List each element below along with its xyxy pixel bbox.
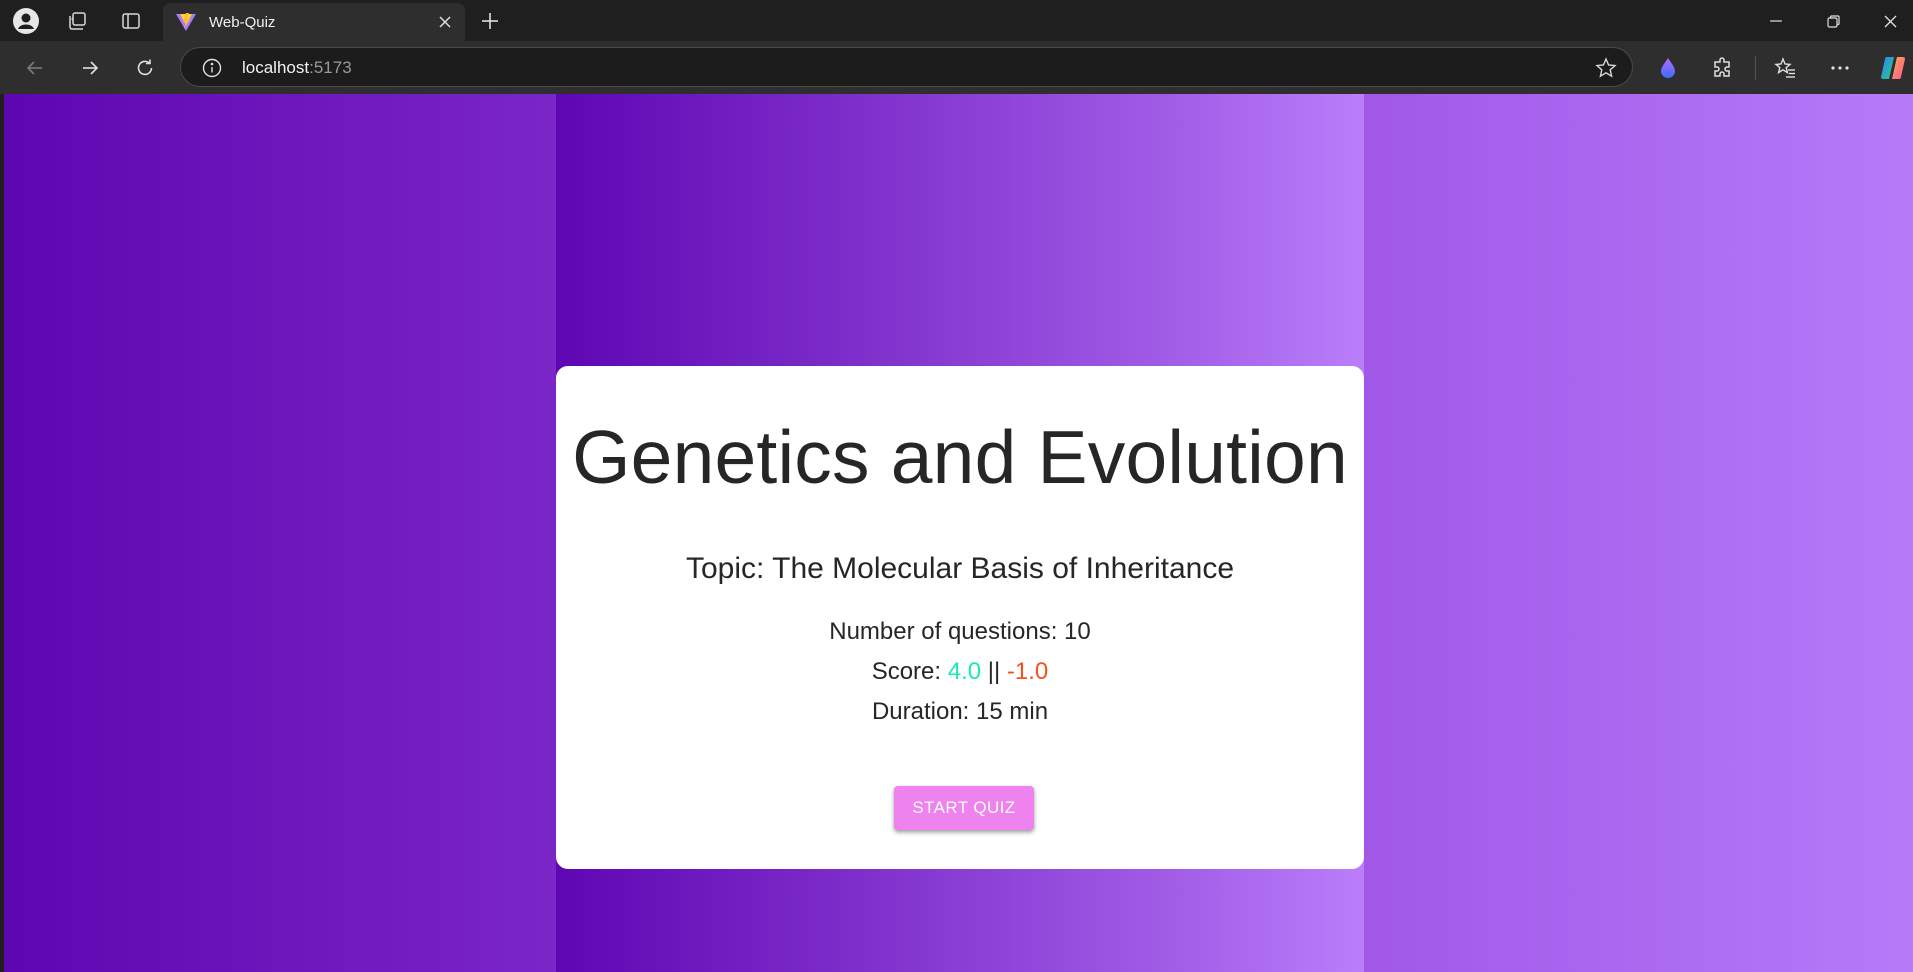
drop-extension-icon[interactable] xyxy=(1651,51,1685,85)
quiz-title: Genetics and Evolution xyxy=(572,415,1348,499)
start-quiz-button[interactable]: START QUIZ xyxy=(894,786,1034,830)
toolbar-separator xyxy=(1755,56,1756,80)
score-label: Score: xyxy=(871,658,948,685)
more-icon[interactable] xyxy=(1823,51,1857,85)
question-count: Number of questions: 10 xyxy=(829,618,1091,645)
restore-icon[interactable] xyxy=(1810,6,1856,36)
score-separator: || xyxy=(981,658,1007,685)
tab-actions-icon[interactable] xyxy=(116,6,146,36)
new-tab-icon[interactable] xyxy=(476,8,504,34)
back-icon[interactable] xyxy=(18,51,52,85)
favorite-star-icon[interactable] xyxy=(1594,56,1618,80)
quiz-score: Score: 4.0 || -1.0 xyxy=(556,658,1364,686)
quiz-topic: Topic: The Molecular Basis of Inheritanc… xyxy=(685,552,1235,585)
copilot-icon[interactable] xyxy=(1876,51,1910,85)
extensions-icon[interactable] xyxy=(1706,51,1740,85)
tab-web-quiz[interactable]: Web-Quiz xyxy=(163,3,465,41)
address-bar[interactable]: localhost:5173 xyxy=(180,47,1633,87)
close-window-icon[interactable] xyxy=(1867,6,1913,36)
refresh-icon[interactable] xyxy=(128,51,162,85)
info-icon[interactable] xyxy=(201,57,223,79)
minimize-icon[interactable] xyxy=(1753,6,1799,36)
profile-icon[interactable] xyxy=(11,6,41,36)
tab-title: Web-Quiz xyxy=(209,13,276,31)
address-url[interactable]: localhost:5173 xyxy=(242,58,352,78)
address-port: :5173 xyxy=(309,58,352,77)
browser-tab-bar: Web-Quiz xyxy=(0,0,1913,41)
favorites-icon[interactable] xyxy=(1768,51,1802,85)
forward-icon[interactable] xyxy=(73,51,107,85)
browser-toolbar: localhost:5173 xyxy=(0,41,1913,94)
quiz-card: Genetics and Evolution Topic: The Molecu… xyxy=(556,366,1364,869)
quiz-duration: Duration: 15 min xyxy=(871,698,1049,725)
workspaces-icon[interactable] xyxy=(62,6,92,36)
score-negative: -1.0 xyxy=(1006,658,1049,685)
vite-favicon-icon xyxy=(175,11,197,33)
close-tab-icon[interactable] xyxy=(435,12,455,32)
page-background: Genetics and Evolution Topic: The Molecu… xyxy=(4,94,1913,972)
score-positive: 4.0 xyxy=(947,658,982,685)
address-host: localhost xyxy=(242,58,310,77)
